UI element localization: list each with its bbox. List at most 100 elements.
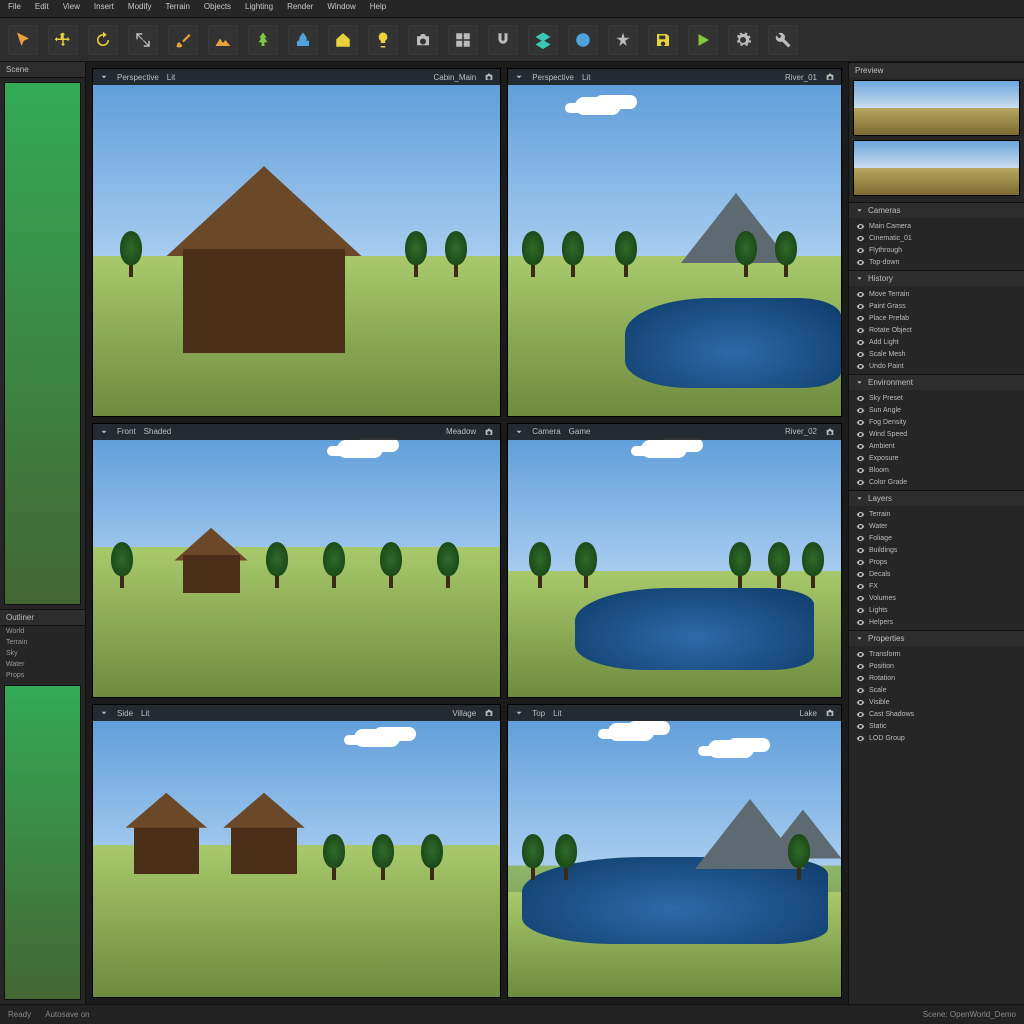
eye-icon[interactable]	[856, 246, 865, 255]
eye-icon[interactable]	[856, 662, 865, 671]
minimap-preview[interactable]	[4, 82, 81, 605]
property-row[interactable]: Cast Shadows	[853, 708, 1020, 720]
preview-header[interactable]: Preview	[849, 63, 1024, 78]
property-row[interactable]: Undo Paint	[853, 360, 1020, 372]
chevron-down-icon[interactable]	[99, 427, 109, 437]
viewport-header[interactable]: Top Lit Lake	[508, 705, 841, 721]
camera-icon[interactable]	[484, 72, 494, 82]
menu-item[interactable]: Edit	[35, 2, 49, 15]
viewport-header[interactable]: Front Shaded Meadow	[93, 424, 500, 440]
property-row[interactable]: Bloom	[853, 464, 1020, 476]
property-row[interactable]: Sky Preset	[853, 392, 1020, 404]
viewport-scene[interactable]	[93, 69, 500, 416]
eye-icon[interactable]	[856, 406, 865, 415]
scale-button[interactable]	[128, 25, 158, 55]
property-row[interactable]: Foliage	[853, 532, 1020, 544]
viewport[interactable]: Front Shaded Meadow	[92, 423, 501, 698]
eye-icon[interactable]	[856, 582, 865, 591]
viewport[interactable]: Top Lit Lake	[507, 704, 842, 998]
build-button[interactable]	[768, 25, 798, 55]
property-row[interactable]: Scale Mesh	[853, 348, 1020, 360]
cursor-button[interactable]	[8, 25, 38, 55]
eye-icon[interactable]	[856, 650, 865, 659]
eye-icon[interactable]	[856, 430, 865, 439]
eye-icon[interactable]	[856, 338, 865, 347]
outliner-header[interactable]: Outliner	[0, 610, 85, 626]
section-header[interactable]: History	[849, 271, 1024, 286]
terrain-button[interactable]	[208, 25, 238, 55]
section-header[interactable]: Properties	[849, 631, 1024, 646]
menu-item[interactable]: Terrain	[165, 2, 189, 15]
outliner-item[interactable]: Terrain	[0, 637, 85, 648]
property-row[interactable]: Ambient	[853, 440, 1020, 452]
eye-icon[interactable]	[856, 234, 865, 243]
property-row[interactable]: Static	[853, 720, 1020, 732]
eye-icon[interactable]	[856, 290, 865, 299]
viewport-header[interactable]: Perspective Lit Cabin_Main	[93, 69, 500, 85]
eye-icon[interactable]	[856, 510, 865, 519]
eye-icon[interactable]	[856, 722, 865, 731]
property-row[interactable]: Top-down	[853, 256, 1020, 268]
eye-icon[interactable]	[856, 466, 865, 475]
property-row[interactable]: Flythrough	[853, 244, 1020, 256]
property-row[interactable]: LOD Group	[853, 732, 1020, 744]
play-button[interactable]	[688, 25, 718, 55]
camera-icon[interactable]	[825, 72, 835, 82]
viewport-scene[interactable]	[93, 705, 500, 997]
chevron-down-icon[interactable]	[514, 72, 524, 82]
camera-icon[interactable]	[484, 427, 494, 437]
menu-item[interactable]: File	[8, 2, 21, 15]
property-row[interactable]: Lights	[853, 604, 1020, 616]
property-row[interactable]: Helpers	[853, 616, 1020, 628]
property-row[interactable]: Transform	[853, 648, 1020, 660]
viewport[interactable]: Side Lit Village	[92, 704, 501, 998]
menu-item[interactable]: Modify	[128, 2, 152, 15]
menu-item[interactable]: Render	[287, 2, 313, 15]
property-row[interactable]: Rotation	[853, 672, 1020, 684]
property-row[interactable]: Position	[853, 660, 1020, 672]
section-header[interactable]: Cameras	[849, 203, 1024, 218]
menu-item[interactable]: Lighting	[245, 2, 273, 15]
eye-icon[interactable]	[856, 478, 865, 487]
viewport-header[interactable]: Perspective Lit River_01	[508, 69, 841, 85]
rotate-button[interactable]	[88, 25, 118, 55]
chevron-down-icon[interactable]	[514, 427, 524, 437]
fx-button[interactable]	[608, 25, 638, 55]
water-button[interactable]	[288, 25, 318, 55]
viewport-header[interactable]: Camera Game River_02	[508, 424, 841, 440]
eye-icon[interactable]	[856, 534, 865, 543]
eye-icon[interactable]	[856, 710, 865, 719]
chevron-down-icon[interactable]	[99, 72, 109, 82]
material-button[interactable]	[568, 25, 598, 55]
outliner-item[interactable]: Water	[0, 659, 85, 670]
property-row[interactable]: Buildings	[853, 544, 1020, 556]
viewport[interactable]: Perspective Lit Cabin_Main	[92, 68, 501, 417]
eye-icon[interactable]	[856, 362, 865, 371]
eye-icon[interactable]	[856, 594, 865, 603]
tree-button[interactable]	[248, 25, 278, 55]
layers-button[interactable]	[528, 25, 558, 55]
camera-button[interactable]	[408, 25, 438, 55]
property-row[interactable]: Water	[853, 520, 1020, 532]
property-row[interactable]: Rotate Object	[853, 324, 1020, 336]
property-row[interactable]: Add Light	[853, 336, 1020, 348]
eye-icon[interactable]	[856, 258, 865, 267]
property-row[interactable]: Wind Speed	[853, 428, 1020, 440]
scene-panel-header[interactable]: Scene	[0, 62, 85, 78]
eye-icon[interactable]	[856, 558, 865, 567]
preview-thumb[interactable]	[853, 80, 1020, 136]
house-button[interactable]	[328, 25, 358, 55]
viewport-header[interactable]: Side Lit Village	[93, 705, 500, 721]
eye-icon[interactable]	[856, 314, 865, 323]
viewport-scene[interactable]	[93, 424, 500, 697]
menu-item[interactable]: Window	[327, 2, 355, 15]
grid-button[interactable]	[448, 25, 478, 55]
outliner-item[interactable]: Props	[0, 670, 85, 681]
camera-icon[interactable]	[825, 427, 835, 437]
property-row[interactable]: Scale	[853, 684, 1020, 696]
eye-icon[interactable]	[856, 326, 865, 335]
brush-button[interactable]	[168, 25, 198, 55]
property-row[interactable]: Color Grade	[853, 476, 1020, 488]
property-row[interactable]: Fog Density	[853, 416, 1020, 428]
property-row[interactable]: Main Camera	[853, 220, 1020, 232]
